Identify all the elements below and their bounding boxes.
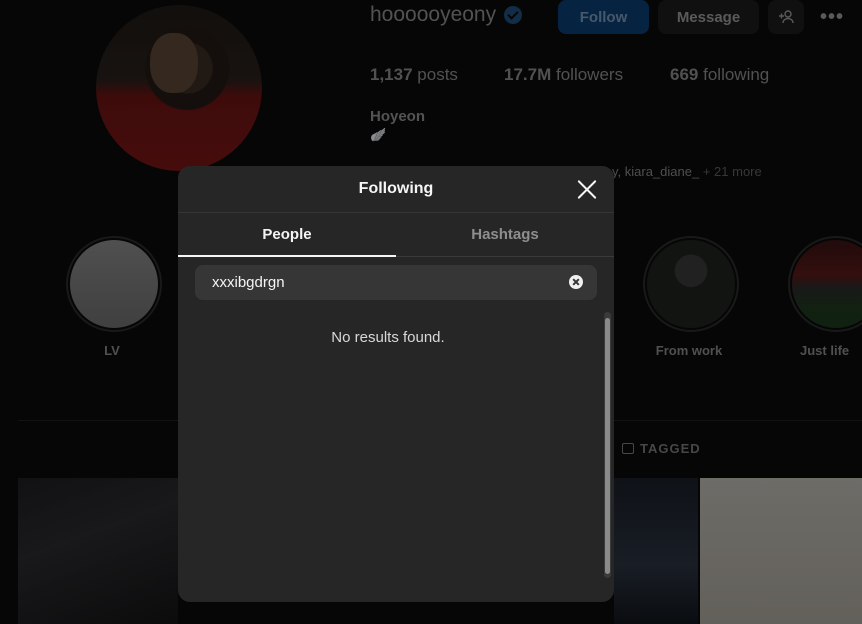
tab-people[interactable]: People (178, 213, 396, 256)
search-box (195, 265, 597, 300)
no-results-message: No results found. (331, 329, 445, 346)
following-dialog: Following People Hashtags No results fou… (178, 166, 614, 602)
active-tab-indicator (178, 255, 396, 257)
dialog-tabs: People Hashtags (178, 213, 614, 257)
clear-search-icon[interactable] (569, 275, 583, 289)
scrollbar-thumb[interactable] (605, 318, 610, 574)
scrollbar[interactable] (604, 312, 611, 578)
close-icon[interactable] (576, 178, 598, 200)
tab-hashtags[interactable]: Hashtags (396, 213, 614, 256)
dialog-title: Following (358, 180, 434, 197)
search-input[interactable] (195, 273, 554, 292)
dialog-header: Following (178, 166, 614, 213)
